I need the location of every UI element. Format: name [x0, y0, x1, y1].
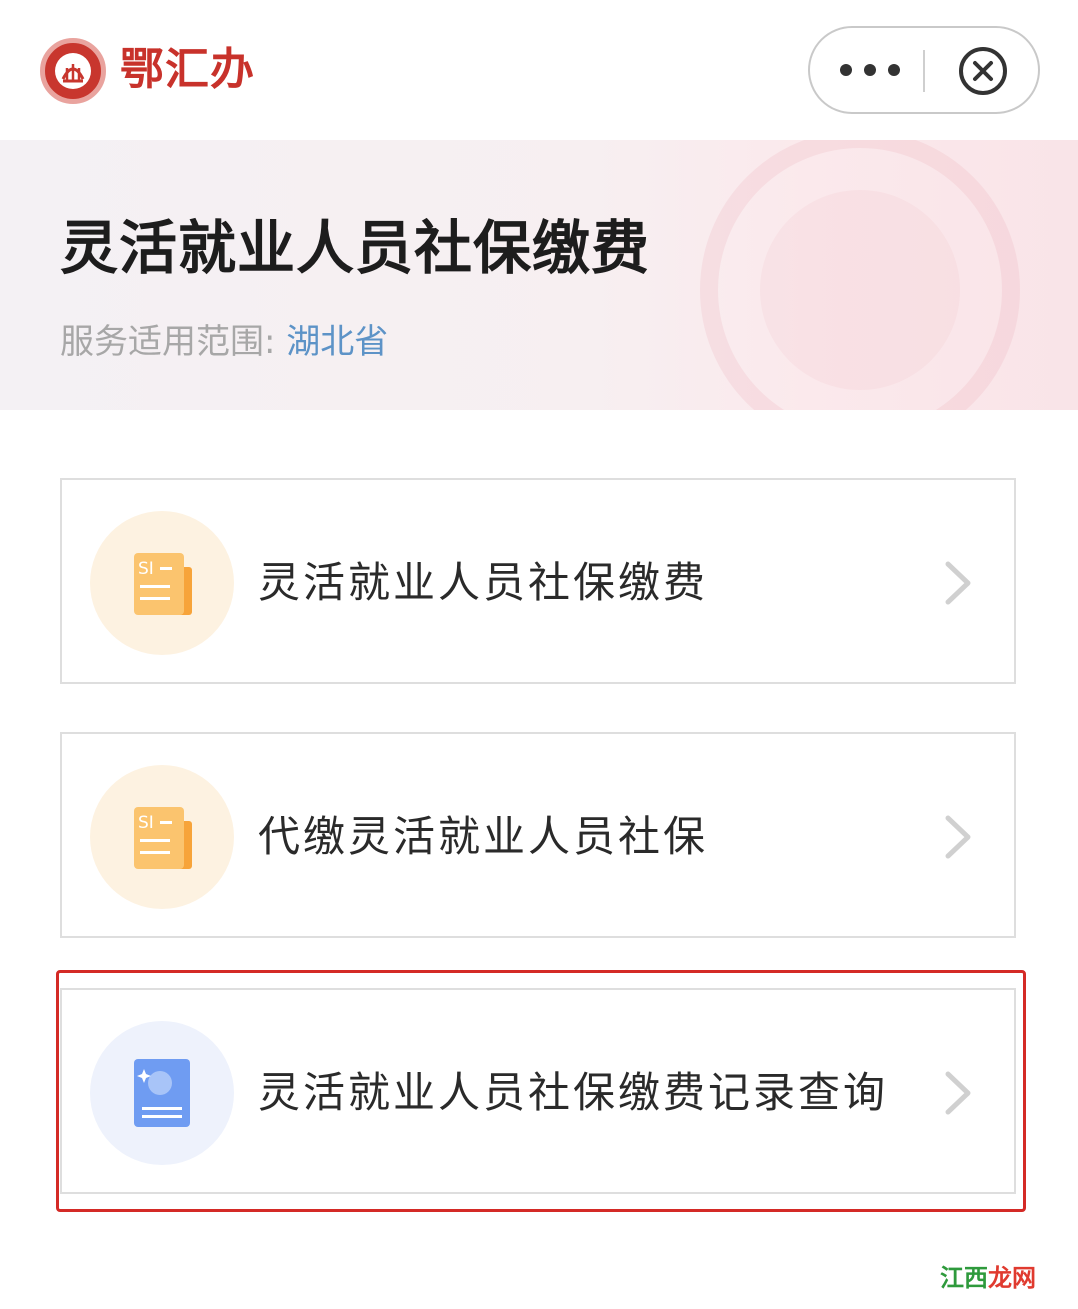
close-icon — [959, 47, 1007, 95]
chevron-right-icon — [945, 561, 971, 605]
service-card-flexible-payment[interactable]: SI 灵活就业人员社保缴费 — [60, 478, 1016, 684]
service-card-proxy-payment[interactable]: SI 代缴灵活就业人员社保 — [60, 732, 1016, 938]
close-button[interactable] — [958, 46, 1008, 96]
banner-seal-decoration — [760, 190, 960, 390]
service-card-label: 灵活就业人员社保缴费 — [258, 558, 709, 607]
chevron-right-icon — [945, 815, 971, 859]
scope-value: 湖北省 — [286, 322, 389, 362]
svg-text:SI: SI — [138, 813, 154, 833]
more-dot-icon — [888, 64, 900, 76]
si-document-icon: SI — [90, 511, 234, 655]
watermark-part2: 龙网 — [988, 1264, 1036, 1292]
more-dot-icon — [864, 64, 876, 76]
site-watermark: 江西龙网 — [940, 1260, 1050, 1296]
service-scope: 服务适用范围: 湖北省 — [60, 318, 388, 366]
highlight-annotation-box — [56, 970, 1026, 1212]
capsule-divider — [923, 50, 925, 92]
scope-label: 服务适用范围: — [60, 322, 276, 362]
more-options-button[interactable] — [832, 42, 922, 98]
app-logo-icon — [40, 38, 106, 104]
page-title: 灵活就业人员社保缴费 — [60, 214, 651, 282]
mini-program-header: 鄂汇办 — [0, 0, 1078, 140]
watermark-part1: 江西 — [940, 1264, 988, 1292]
app-name: 鄂汇办 — [120, 44, 255, 95]
mini-program-capsule — [808, 26, 1040, 114]
si-document-icon: SI — [90, 765, 234, 909]
svg-text:SI: SI — [138, 559, 154, 579]
more-dot-icon — [840, 64, 852, 76]
service-card-label: 代缴灵活就业人员社保 — [258, 812, 709, 861]
